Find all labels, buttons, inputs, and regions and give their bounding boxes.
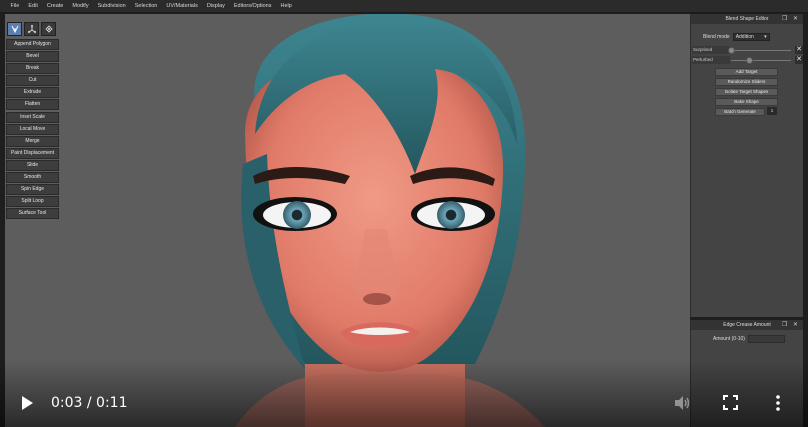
edge-crease-title: Edge Crease Amount ❐ ✕ [691, 320, 803, 330]
crease-amount-input[interactable] [747, 335, 785, 343]
tool-button-slide[interactable]: Slide [6, 159, 59, 171]
menu-item-help[interactable]: Help [276, 3, 296, 9]
blend-shape-editor-panel: Blend Shape Editor ❐ ✕ Blend mode Additi… [690, 14, 803, 317]
blend-mode-label: Blend mode [703, 34, 730, 40]
batch-count-field[interactable]: 1 [767, 107, 777, 115]
shape-slider-track[interactable] [731, 60, 791, 61]
tool-button-spin-edge[interactable]: Spin Edge [6, 184, 59, 196]
tool-button-split-loop[interactable]: Split Loop [6, 196, 59, 208]
panel-title-text: Edge Crease Amount [723, 322, 771, 328]
shape-row-surprised: Surprised ✕ [691, 46, 804, 55]
menu-item-selection[interactable]: Selection [130, 3, 162, 9]
bake-shape-button[interactable]: Bake Shape [715, 98, 778, 106]
add-target-button[interactable]: Add Target [715, 68, 778, 76]
shape-slider-track[interactable] [731, 50, 791, 51]
isolate-target-shapes-button[interactable]: Isolate Target Shapes [715, 88, 778, 96]
blend-mode-select[interactable]: Addition ▾ [732, 33, 770, 41]
menu-item-subdivision[interactable]: Subdivision [93, 3, 130, 9]
crease-amount-label: Amount (0-10) [713, 336, 745, 342]
tool-button-paint-displacement[interactable]: Paint Displacement [6, 147, 59, 159]
delete-shape-button[interactable]: ✕ [795, 56, 803, 64]
menu-item-edit[interactable]: Edit [24, 3, 42, 9]
delete-shape-button[interactable]: ✕ [795, 46, 803, 54]
tool-button-local-move[interactable]: Local Move [6, 123, 59, 135]
tool-button-bevel[interactable]: Bevel [6, 51, 59, 63]
shape-label: Surprised [692, 46, 730, 54]
crease-amount-row: Amount (0-10) [713, 335, 785, 343]
fullscreen-icon[interactable] [723, 395, 738, 410]
panel-window-controls[interactable]: ❐ ✕ [782, 320, 800, 330]
shape-slider-knob[interactable] [728, 47, 735, 54]
tool-button-extrude[interactable]: Extrude [6, 87, 59, 99]
shape-slider-knob[interactable] [746, 57, 753, 64]
more-options-icon[interactable] [773, 394, 783, 412]
video-time: 0:03 / 0:11 [51, 395, 128, 411]
blend-shape-editor-title: Blend Shape Editor ❐ ✕ [691, 14, 803, 24]
batch-generate-button[interactable]: Batch Generate [715, 108, 765, 116]
video-player-controls [0, 360, 808, 427]
tool-button-append-polygon[interactable]: Append Polygon [6, 39, 59, 50]
randomize-sliders-button[interactable]: Randomize Sliders [715, 78, 778, 86]
menu-item-file[interactable]: File [6, 3, 24, 9]
tool-button-break[interactable]: Break [6, 63, 59, 75]
menu-item-uv-materials[interactable]: UV/Materials [162, 3, 202, 9]
play-icon[interactable] [20, 395, 34, 411]
tool-panel: Append Polygon Bevel Break Cut Extrude Flatte… [5, 22, 59, 220]
transform-icon[interactable] [24, 22, 39, 36]
blend-mode-row: Blend mode Addition ▾ [703, 33, 770, 41]
tool-button-flatten[interactable]: Flatten [6, 99, 59, 111]
tool-button-smooth[interactable]: Smooth [6, 172, 59, 184]
volume-icon[interactable] [674, 395, 691, 411]
tool-button-cut[interactable]: Cut [6, 75, 59, 87]
panel-title-text: Blend Shape Editor [725, 16, 769, 22]
tool-mode-icons [7, 22, 59, 36]
pattern-icon[interactable] [41, 22, 56, 36]
menu-item-create[interactable]: Create [42, 3, 68, 9]
panel-window-controls[interactable]: ❐ ✕ [782, 14, 800, 24]
menu-item-display[interactable]: Display [202, 3, 229, 9]
shape-row-perturbed: Perturbed ✕ [691, 56, 804, 65]
menu-item-editors-options[interactable]: Editors/Options [229, 3, 276, 9]
select-mode-icon[interactable] [7, 22, 22, 36]
menu-bar: File Edit Create Modify Subdivision Selection… [0, 0, 808, 13]
tool-button-inset-scale[interactable]: Inset Scale [6, 111, 59, 123]
blend-mode-value: Addition [735, 34, 754, 40]
tool-button-surface-tool[interactable]: Surface Tool [6, 208, 59, 220]
tool-button-merge[interactable]: Merge [6, 135, 59, 147]
chevron-down-icon: ▾ [764, 34, 767, 40]
shape-label: Perturbed [692, 56, 730, 64]
menu-item-modify[interactable]: Modify [68, 3, 93, 9]
